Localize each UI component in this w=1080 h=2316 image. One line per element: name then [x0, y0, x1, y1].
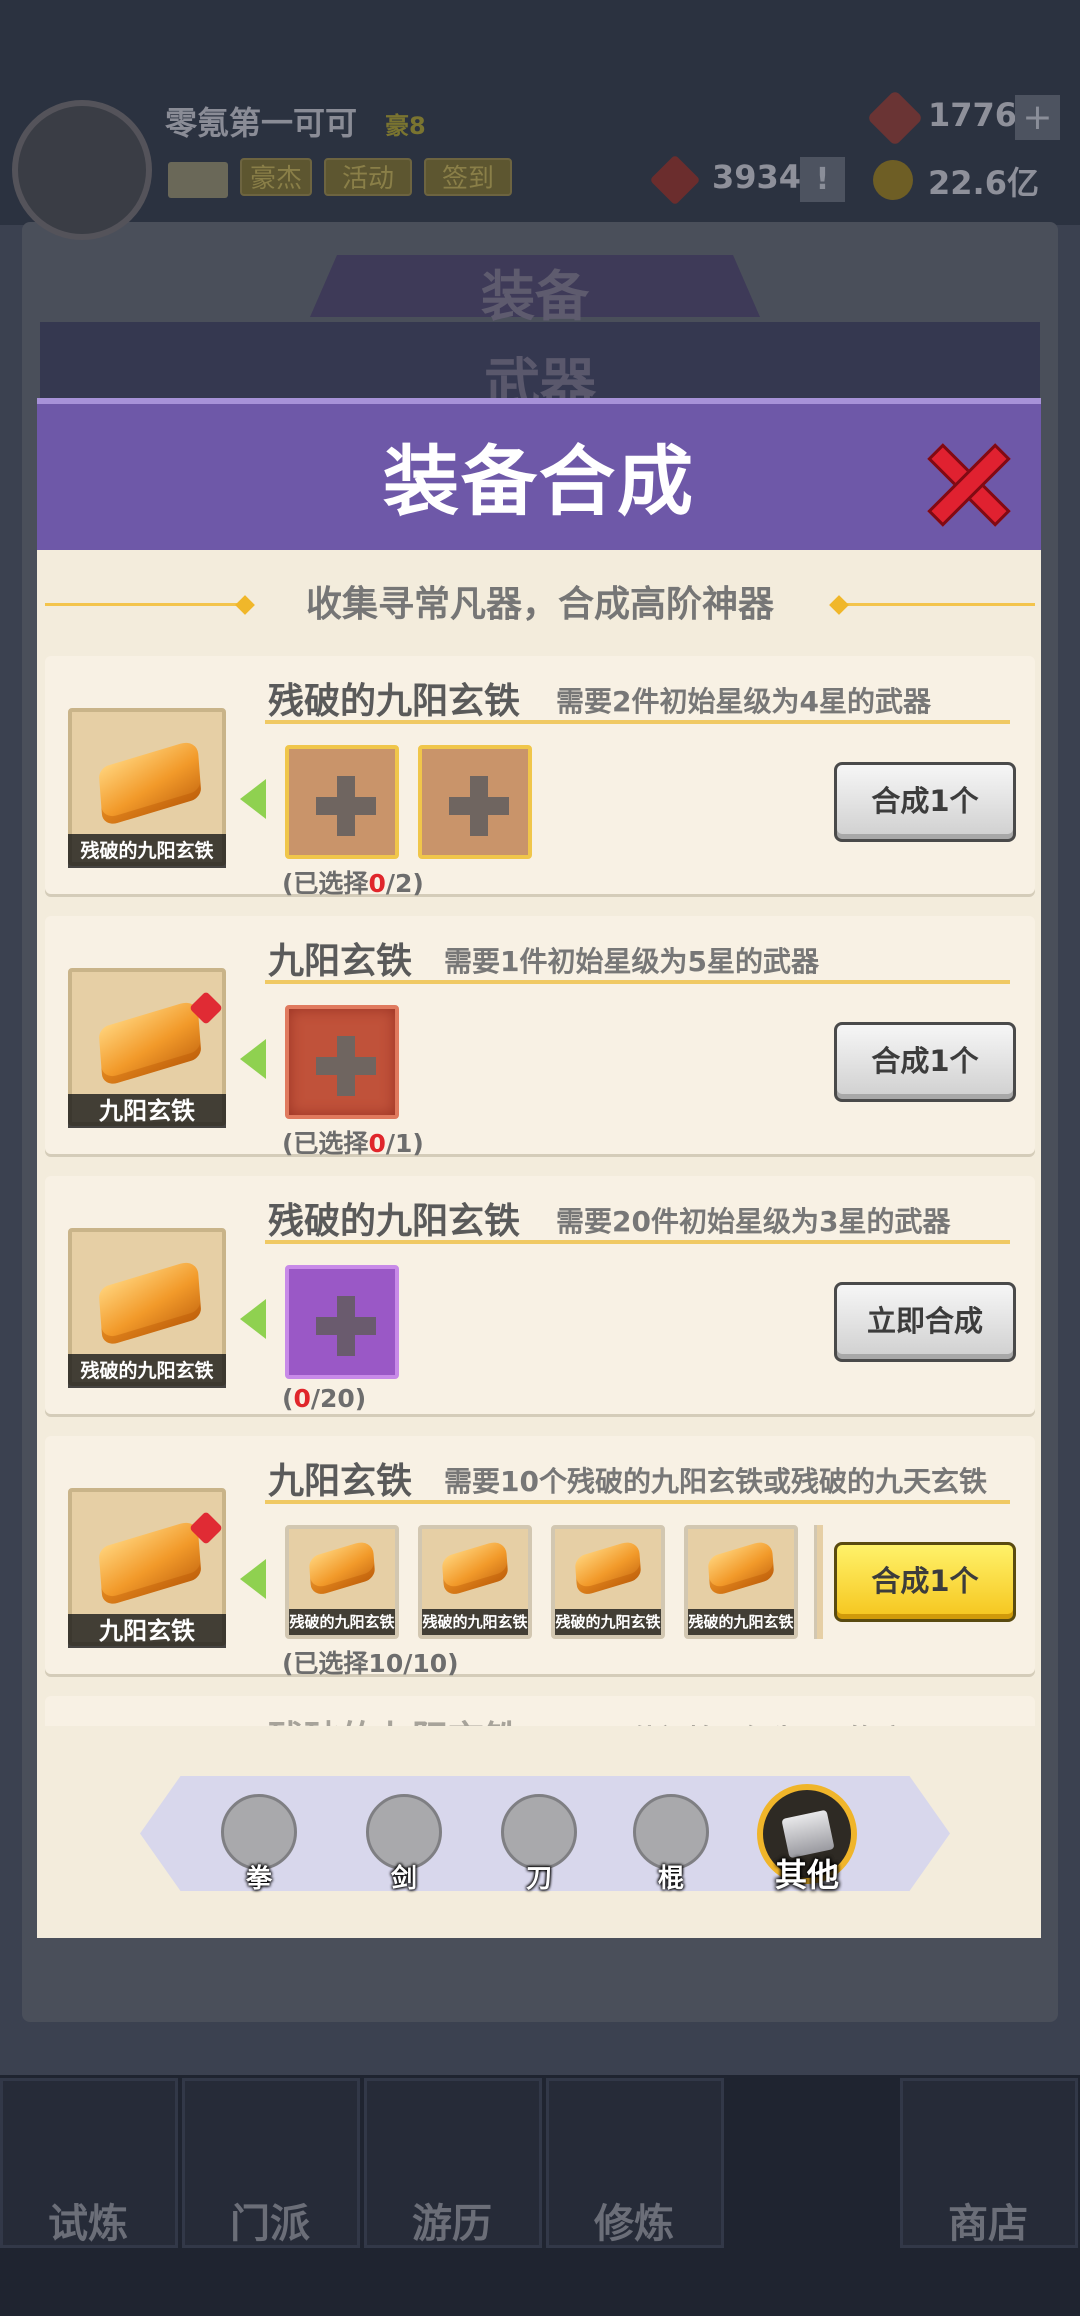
- recipe-requirement: 需要1件初始星级为5星的武器: [444, 945, 819, 978]
- nav-travel[interactable]: 游历: [364, 2078, 542, 2248]
- token-info-button[interactable]: !: [800, 157, 845, 202]
- background-title: 装备: [481, 265, 589, 328]
- recipe-card: 残破的九阳玄铁 需要2件初始星级为4星的防具: [45, 1696, 1035, 1726]
- recipe-divider: [265, 1240, 1010, 1244]
- recipe-divider: [265, 720, 1010, 724]
- hero-button[interactable]: 豪杰: [240, 158, 312, 196]
- gem-count: 1776: [928, 96, 1018, 134]
- material-label: 残破的九阳玄铁: [555, 1609, 661, 1635]
- nav-trial-label: 试炼: [48, 2201, 128, 2247]
- selection-count: (0/20): [282, 1384, 367, 1413]
- coin-count: 22.6亿: [928, 164, 1039, 202]
- player-name: 零氪第一可可: [165, 104, 358, 142]
- selection-count: (已选择10/10): [282, 1649, 459, 1678]
- material-slot-overflow: [814, 1525, 823, 1639]
- recipe-name: 九阳玄铁: [268, 1461, 413, 1502]
- selection-count: (已选择0/1): [282, 1129, 424, 1158]
- recipe-name: 残破的九阳玄铁: [268, 681, 521, 722]
- nav-sect[interactable]: 门派: [182, 2078, 360, 2248]
- synthesize-button[interactable]: 合成1个: [834, 762, 1016, 842]
- result-item-label: 九阳玄铁: [68, 1614, 226, 1648]
- nav-travel-label: 游历: [412, 2201, 492, 2247]
- material-slot[interactable]: [285, 1265, 399, 1379]
- mail-icon[interactable]: [168, 162, 228, 198]
- result-item-label: 九阳玄铁: [68, 1094, 226, 1128]
- material-slot[interactable]: 残破的九阳玄铁: [418, 1525, 532, 1639]
- result-item-label: 残破的九阳玄铁: [68, 834, 226, 868]
- recipe-name: 残破的九阳玄铁: [268, 1201, 521, 1242]
- ingot-icon: [308, 1538, 376, 1598]
- recipe-requirement: 需要10个残破的九阳玄铁或残破的九天玄铁: [444, 1465, 987, 1498]
- player-avatar[interactable]: [12, 100, 152, 240]
- arrow-left-icon: [240, 779, 266, 819]
- recipe-requirement: 需要2件初始星级为4星的防具: [556, 1718, 931, 1726]
- recipe-requirement: 需要2件初始星级为4星的武器: [556, 685, 931, 718]
- nav-shop-label: 商店: [948, 2201, 1028, 2247]
- material-label: 残破的九阳玄铁: [422, 1609, 528, 1635]
- ingot-icon: [441, 1538, 509, 1598]
- vip-level: 豪8: [385, 112, 426, 140]
- close-icon[interactable]: [925, 440, 1013, 528]
- synthesize-button[interactable]: 合成1个: [834, 1542, 1016, 1622]
- arrow-left-icon: [240, 1559, 266, 1599]
- result-item-label: 残破的九阳玄铁: [68, 1354, 226, 1388]
- token-count: 3934: [712, 158, 802, 196]
- material-slot[interactable]: 残破的九阳玄铁: [551, 1525, 665, 1639]
- material-slot[interactable]: 残破的九阳玄铁: [684, 1525, 798, 1639]
- nav-sect-label: 门派: [230, 2201, 310, 2247]
- nav-cultivate[interactable]: 修炼: [546, 2078, 724, 2248]
- signin-button[interactable]: 签到: [424, 158, 512, 196]
- ingot-icon: [98, 1258, 202, 1348]
- ingot-icon: [98, 738, 202, 828]
- recipe-name: 九阳玄铁: [268, 941, 413, 982]
- coin-icon: [873, 160, 913, 200]
- material-label: 残破的九阳玄铁: [688, 1609, 794, 1635]
- arrow-left-icon: [240, 1039, 266, 1079]
- ingot-icon: [98, 1518, 202, 1608]
- nav-shop[interactable]: 商店: [900, 2078, 1078, 2248]
- arrow-left-icon: [240, 1299, 266, 1339]
- material-slot[interactable]: [285, 1005, 399, 1119]
- material-slot[interactable]: [418, 745, 532, 859]
- material-slot[interactable]: [285, 745, 399, 859]
- synthesize-now-button[interactable]: 立即合成: [834, 1282, 1016, 1362]
- ingot-icon: [574, 1538, 642, 1598]
- material-slot[interactable]: 残破的九阳玄铁: [285, 1525, 399, 1639]
- recipe-divider: [265, 980, 1010, 984]
- tab-other-label: 其他: [774, 1856, 839, 1894]
- tab-blade-label: 刀: [525, 1864, 552, 1894]
- tab-sword-label: 剑: [390, 1864, 417, 1894]
- tab-staff-label: 棍: [657, 1864, 684, 1894]
- recipe-requirement: 需要20件初始星级为3星的武器: [556, 1205, 951, 1238]
- material-label: 残破的九阳玄铁: [289, 1609, 395, 1635]
- recipe-divider: [265, 1500, 1010, 1504]
- dialog-subtitle: 收集寻常凡器，合成高阶神器: [240, 580, 840, 630]
- recipe-name: 残破的九阳玄铁: [268, 1710, 520, 1726]
- activity-button[interactable]: 活动: [324, 158, 412, 196]
- dialog-title: 装备合成: [383, 437, 695, 526]
- synthesize-button[interactable]: 合成1个: [834, 1022, 1016, 1102]
- nav-trial[interactable]: 试炼: [0, 2078, 178, 2248]
- ingot-icon: [98, 998, 202, 1088]
- add-gems-button[interactable]: +: [1015, 95, 1060, 140]
- ingot-icon: [707, 1538, 775, 1598]
- selection-count: (已选择0/2): [282, 869, 424, 898]
- nav-cultivate-label: 修炼: [594, 2201, 674, 2247]
- tab-fist-label: 拳: [245, 1864, 272, 1894]
